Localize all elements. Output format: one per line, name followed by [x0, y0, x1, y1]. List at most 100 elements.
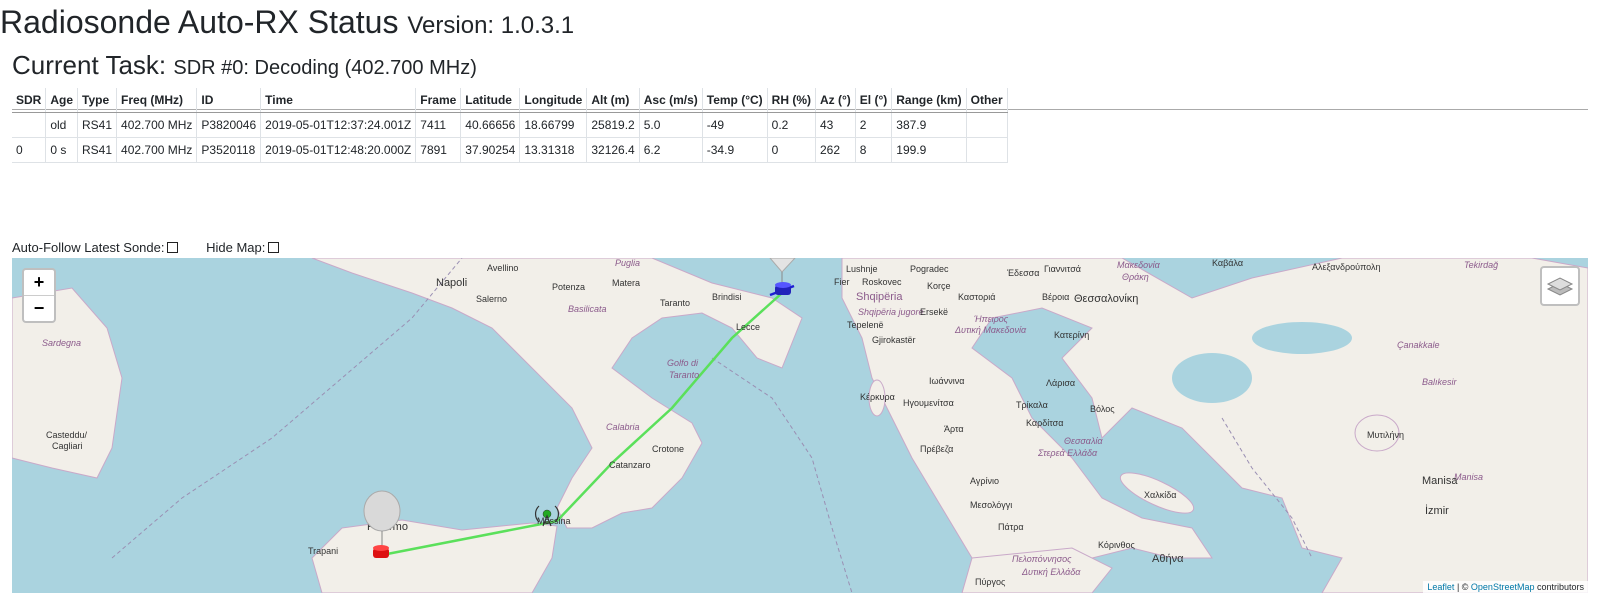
label-ioannina: Ιωάννινα: [929, 376, 964, 386]
table-row[interactable]: 00 s RS41 402.700 MHz P3520118 2019-05-01T12…: [12, 137, 1008, 163]
table-cell: P3520118: [196, 137, 262, 163]
label-kerkyra: Κέρκυρα: [860, 392, 895, 402]
table-cell: 2019-05-01T12:37:24.001Z: [260, 112, 417, 138]
table-cell: 0: [767, 137, 817, 163]
label-dytiki-makedonia: Δυτική Μακεδονία: [954, 325, 1027, 335]
table-cell: 7891: [415, 137, 462, 163]
label-karditsa: Καρδίτσα: [1026, 418, 1063, 428]
label-lecce: Lecce: [736, 322, 760, 332]
table-cell: [966, 112, 1008, 138]
label-puglia: Puglia: [615, 258, 640, 268]
table-cell: 402.700 MHz: [116, 112, 198, 138]
label-makedonia: Μακεδονία: [1117, 260, 1161, 270]
table-cell: P3820046: [196, 112, 262, 138]
table-cell: 199.9: [891, 137, 967, 163]
label-roskovec: Roskovec: [862, 277, 902, 287]
table-cell: 25819.2: [586, 112, 640, 138]
zoom-in-button[interactable]: +: [24, 270, 54, 296]
table-cell: 5.0: [639, 112, 703, 138]
label-alexandroupoli: Αλεξανδρούπολη: [1312, 262, 1380, 272]
version-label: Version: 1.0.3.1: [407, 12, 575, 39]
label-balikesir: Balıkesir: [1422, 377, 1458, 387]
column-header: El (°): [855, 88, 893, 113]
table-cell: -34.9: [702, 137, 768, 163]
label-agrinio: Αγρίνιο: [970, 476, 999, 486]
layers-button[interactable]: [1540, 266, 1580, 306]
table-cell: 387.9: [891, 112, 967, 138]
label-arta: Άρτα: [944, 424, 964, 434]
label-igoumenitsa: Ηγουμενίτσα: [903, 398, 954, 408]
label-mesolongi: Μεσολόγγι: [970, 500, 1012, 510]
label-fier: Fier: [834, 277, 850, 287]
auto-follow-checkbox[interactable]: [167, 242, 179, 253]
leaflet-link[interactable]: Leaflet: [1427, 582, 1454, 592]
label-trikala: Τρίκαλα: [1016, 400, 1048, 410]
table-cell: 7411: [415, 112, 462, 138]
column-header: RH (%): [767, 88, 817, 113]
label-cagliari1: Casteddu/: [46, 430, 88, 440]
map-tiles: Avellino Napoli Salerno Potenza Matera P…: [12, 258, 1588, 593]
hide-map-checkbox[interactable]: [268, 242, 280, 253]
page-title: Radiosonde Auto-RX Status Version: 1.0.3…: [0, 4, 574, 41]
attrib-sep: | ©: [1454, 582, 1471, 592]
label-napoli: Napoli: [436, 277, 467, 289]
table-cell: 32126.4: [586, 137, 640, 163]
label-erseke: Ersekë: [920, 307, 948, 317]
map-options: Auto-Follow Latest Sonde: Hide Map:: [12, 240, 280, 255]
label-calabria: Calabria: [606, 422, 640, 432]
table-cell: old: [45, 112, 79, 138]
table-row[interactable]: old RS41 402.700 MHz P3820046 2019-05-01T12:…: [12, 112, 1008, 138]
table-cell: 37.90254: [460, 137, 521, 163]
table-cell: [966, 137, 1008, 163]
table-cell: [12, 112, 47, 138]
label-mytilini: Μυτιλήνη: [1367, 430, 1404, 440]
map-attribution: Leaflet | © OpenStreetMap contributors: [1423, 581, 1588, 593]
table-cell: RS41: [77, 137, 118, 163]
label-athina: Αθήνα: [1152, 553, 1184, 565]
column-header: Alt (m): [586, 88, 640, 113]
column-header: Longitude: [519, 88, 588, 113]
column-header: Age: [45, 88, 79, 113]
label-larisa: Λάρισα: [1046, 378, 1075, 388]
sonde-marker-blue[interactable]: [775, 282, 791, 295]
label-volos: Βόλος: [1090, 404, 1115, 414]
table-cell: -49: [702, 112, 768, 138]
column-header: ID: [196, 88, 262, 113]
label-sterea: Στερεά Ελλάδα: [1037, 448, 1098, 458]
current-task: Current Task: SDR #0: Decoding (402.700 …: [12, 50, 477, 81]
label-shqiperia: Shqipëria: [856, 291, 903, 303]
label-salerno: Salerno: [476, 294, 507, 304]
label-katerini: Κατερίνη: [1054, 330, 1089, 340]
table-cell: 8: [855, 137, 893, 163]
label-taranto: Taranto: [660, 298, 690, 308]
table-cell: 0.2: [767, 112, 817, 138]
label-preveza: Πρέβεζα: [920, 444, 953, 454]
telemetry-table: SDR Age Type Freq (MHz) ID Time Frame Latitude L…: [12, 88, 1008, 163]
label-giannitsa: Γιαννιτσά: [1044, 264, 1081, 274]
column-header: Other: [966, 88, 1008, 113]
zoom-control: + −: [22, 268, 56, 323]
table-header-row: SDR Age Type Freq (MHz) ID Time Frame Latitude L…: [12, 88, 1008, 113]
label-brindisi: Brindisi: [712, 292, 742, 302]
label-kastoria: Καστοριά: [958, 292, 995, 302]
sonde-marker-red[interactable]: [373, 545, 389, 558]
table-cell: 262: [815, 137, 856, 163]
zoom-out-button[interactable]: −: [24, 296, 54, 321]
label-pyrgos: Πύργος: [975, 577, 1006, 587]
label-gjirokaster: Gjirokastër: [872, 335, 916, 345]
label-avellino: Avellino: [487, 263, 518, 273]
column-header: SDR: [12, 88, 47, 113]
table-cell: 40.66656: [460, 112, 521, 138]
column-header: Latitude: [460, 88, 521, 113]
attrib-tail: contributors: [1534, 582, 1584, 592]
label-matera: Matera: [612, 278, 640, 288]
label-basilicata: Basilicata: [568, 304, 607, 314]
osm-link[interactable]: OpenStreetMap: [1471, 582, 1535, 592]
label-kavala: Καβάλα: [1212, 258, 1243, 268]
map-view[interactable]: Avellino Napoli Salerno Potenza Matera P…: [12, 258, 1588, 593]
table-cell: 0: [12, 137, 47, 163]
label-peloponnisos: Πελοπόννησος: [1012, 554, 1072, 564]
column-header: Frame: [415, 88, 462, 113]
label-izmir: İzmir: [1425, 504, 1449, 517]
table-cell: RS41: [77, 112, 118, 138]
